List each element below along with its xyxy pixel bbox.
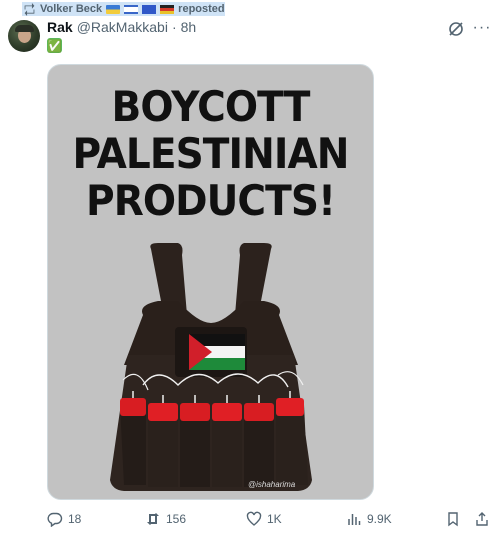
author-name[interactable]: Rak [47, 19, 73, 35]
share-icon [476, 512, 488, 526]
timestamp[interactable]: 8h [181, 19, 197, 35]
views-button[interactable]: 9.9K [346, 509, 392, 529]
heart-icon [246, 511, 262, 526]
repost-context: Volker Beck reposted [22, 2, 225, 16]
tweet-image[interactable]: BOYCOTT PALESTINIAN PRODUCTS! @ishaharim… [47, 64, 374, 500]
ukraine-flag-icon [106, 4, 121, 14]
views-icon [348, 514, 361, 525]
tweet-actions: 18 156 1K 9.9K [47, 509, 492, 529]
tweet-header: Rak @RakMakkabi · 8h [47, 19, 196, 35]
bookmark-icon [448, 512, 458, 527]
repost-icon [22, 2, 36, 16]
repost-action-icon [147, 513, 159, 525]
palestine-flag-patch [189, 334, 245, 370]
repost-count: 156 [166, 512, 187, 526]
check-mark-emoji: ✅ [47, 38, 62, 53]
vest-illustration [110, 243, 312, 491]
repost-button[interactable]: 156 [145, 509, 186, 529]
germany-flag-icon [160, 4, 175, 14]
avatar[interactable] [8, 20, 40, 52]
reply-count: 18 [68, 512, 82, 526]
bookmark-button[interactable] [445, 509, 461, 529]
repost-user[interactable]: Volker Beck [40, 3, 102, 15]
repost-label: reposted [178, 3, 225, 15]
like-count: 1K [267, 512, 282, 526]
like-button[interactable]: 1K [246, 509, 282, 529]
grok-icon[interactable] [446, 19, 466, 39]
eu-flag-icon [142, 4, 157, 14]
reply-button[interactable]: 18 [47, 509, 81, 529]
separator-dot: · [171, 19, 177, 35]
share-button[interactable] [474, 509, 490, 529]
author-handle[interactable]: @RakMakkabi [77, 19, 168, 35]
israel-flag-icon [124, 4, 139, 14]
reply-icon [47, 512, 63, 527]
more-options-icon[interactable]: ··· [472, 18, 492, 38]
view-count: 9.9K [367, 512, 392, 526]
image-watermark: @ishaharima [248, 480, 296, 489]
